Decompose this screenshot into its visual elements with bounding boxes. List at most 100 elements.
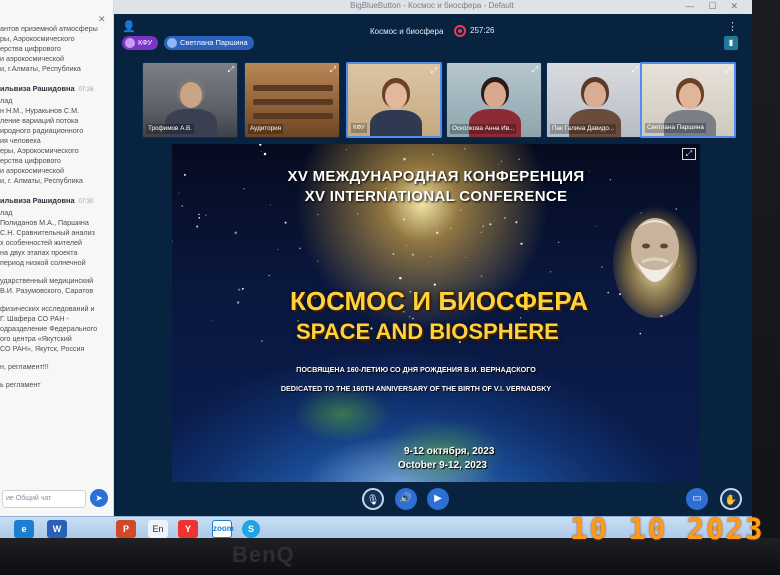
powerpoint-taskbar-icon[interactable]: P — [116, 520, 136, 538]
video-button[interactable]: ▶ — [427, 488, 449, 510]
webcam-tile[interactable]: ⤢ Трофимов А.В. — [142, 62, 238, 138]
vernadsky-portrait — [613, 206, 697, 318]
chat-text: одразделение Федерального — [0, 324, 98, 333]
chat-text: ление вариаций потока — [0, 116, 79, 125]
fullscreen-webcam-icon[interactable]: ⤢ — [431, 66, 437, 76]
star — [196, 225, 199, 228]
user-pill[interactable]: Светлана Паршина — [164, 36, 254, 50]
webcam-tile[interactable]: ⤢ Светлана Паршина — [640, 62, 736, 138]
monitor-icon: ▭ — [692, 493, 702, 504]
record-icon — [454, 25, 466, 37]
chat-text: иродного радиационного — [0, 126, 84, 135]
org-pill-label: КФУ — [138, 38, 153, 47]
maximize-icon[interactable]: ☐ — [708, 0, 716, 14]
slide-main-title-ru: КОСМОС И БИОСФЕРА — [290, 286, 589, 316]
star — [482, 225, 484, 227]
close-icon[interactable]: ✕ — [730, 0, 738, 14]
chat-message-time: 07:30 — [78, 199, 94, 205]
star — [432, 153, 434, 156]
recording-indicator[interactable]: 257:26 — [454, 24, 494, 38]
chat-message-line: ерства цифрового — [0, 156, 112, 166]
zoom-taskbar-icon[interactable]: zoom — [212, 520, 234, 538]
raise-hand-button[interactable]: ✋ — [720, 488, 742, 510]
options-menu-icon[interactable]: ⋮ — [727, 20, 738, 34]
audio-button[interactable]: 🔊 — [395, 488, 417, 510]
chat-message-time: 07:26 — [78, 87, 94, 93]
fullscreen-webcam-icon[interactable]: ⤢ — [330, 65, 336, 75]
fullscreen-webcam-icon[interactable]: ⤢ — [632, 65, 638, 75]
chat-message-line: и, г. Алматы, Республика — [0, 176, 112, 186]
users-list-icon[interactable]: 👤 — [120, 18, 138, 36]
connection-status-icon[interactable]: ▮ — [724, 36, 738, 50]
send-message-button[interactable]: ➤ — [90, 489, 108, 507]
webcam-name-label: Осколкова Анна Ив... — [450, 124, 517, 134]
webcam-name-label: Пак Галина Давидо... — [550, 124, 617, 134]
star — [198, 213, 200, 216]
chat-text: физических исследований и — [0, 304, 95, 313]
chat-text: антов приземной атмосферы — [0, 24, 98, 33]
chat-message-line: антов приземной атмосферы — [0, 24, 112, 34]
word-taskbar-icon[interactable]: W — [47, 520, 67, 538]
star — [639, 332, 642, 335]
slide-main-title-en: SPACE AND BIOSPHERE — [296, 319, 559, 344]
webcam-tile[interactable]: ⤢ КФУ — [346, 62, 442, 138]
star — [480, 231, 482, 233]
participant-face — [584, 82, 606, 108]
meeting-title: Космос и биосфера — [370, 27, 444, 36]
star — [181, 205, 184, 207]
webcam-tile[interactable]: ⤢ Осколкова Анна Ив... — [446, 62, 542, 138]
chat-text: ерства цифрового — [0, 44, 61, 53]
browser-taskbar-icon[interactable]: e — [14, 520, 34, 538]
chat-message-line: н, регламент!!! — [0, 362, 112, 372]
fullscreen-webcam-icon[interactable]: ⤢ — [228, 65, 234, 75]
chat-text: х особенностей жителей — [0, 238, 83, 247]
chat-text: еры, Аэрокосмического — [0, 146, 79, 155]
chat-text: ильвиза Рашидовна — [0, 84, 75, 93]
webcam-tile[interactable]: ⤢ Пак Галина Давидо... — [546, 62, 642, 138]
chat-message-line: н Н.М., Нуракынов С.М. — [0, 106, 112, 116]
minimize-icon[interactable]: — — [685, 0, 694, 14]
chat-message-author: ильвиза Рашидовна 07:30 — [0, 195, 112, 208]
org-pill[interactable]: КФУ — [122, 36, 159, 50]
top-bar: 👤 КФУ Светлана Паршина Космос и биосфера… — [114, 14, 752, 58]
mute-button[interactable]: 🎙 — [362, 488, 384, 510]
participant-face — [180, 82, 202, 108]
webcam-name-label: КФУ — [351, 123, 367, 133]
chat-message-line: лад — [0, 208, 112, 218]
browser-titlebar: BigBlueButton - Космос и биосфера - Defa… — [112, 0, 752, 14]
chat-input-placeholder: ие Общий чат — [6, 495, 52, 502]
star — [465, 256, 467, 258]
star — [172, 240, 173, 243]
chat-message-line: физических исследований и — [0, 304, 112, 314]
yandex-taskbar-icon[interactable]: Y — [178, 520, 198, 538]
chat-text: на двух этапах проекта — [0, 248, 78, 257]
chat-input[interactable]: ие Общий чат — [2, 490, 86, 508]
camera-icon: ▶ — [434, 493, 442, 504]
fullscreen-slide-icon[interactable]: ⤢ — [682, 148, 696, 160]
chat-message-line: ление вариаций потока — [0, 116, 112, 126]
webcam-tile[interactable]: ⤢ Аудитория — [244, 62, 340, 138]
star — [403, 157, 406, 161]
star — [493, 220, 495, 222]
slide-dedication-en: DEDICATED TO THE 160TH ANNIVERSARY OF TH… — [280, 384, 552, 393]
chat-text: ильвиза Рашидовна — [0, 196, 75, 205]
chat-text: и, г.Алматы, Республика — [0, 64, 81, 73]
screen-share-button[interactable]: ▭ — [686, 488, 708, 510]
chat-text: Полиданов М.А., Паршина — [0, 218, 89, 227]
chat-text: ры, Аэрокосмического — [0, 34, 75, 43]
webcam-strip: ⤢ Трофимов А.В. ⤢ Аудитория ⤢ КФУ ⤢ Осколкова А… — [142, 62, 736, 138]
star — [558, 241, 560, 244]
participant-body — [370, 110, 422, 136]
star — [317, 260, 319, 262]
skype-taskbar-icon[interactable]: S — [242, 520, 260, 538]
screen: BigBlueButton - Космос и биосфера - Defa… — [0, 0, 752, 540]
fullscreen-webcam-icon[interactable]: ⤢ — [725, 66, 731, 76]
chat-messages[interactable]: антов приземной атмосферы ры, Аэрокосмиче… — [0, 24, 112, 484]
star — [504, 217, 506, 219]
fullscreen-webcam-icon[interactable]: ⤢ — [532, 65, 538, 75]
star — [489, 223, 492, 226]
language-indicator[interactable]: En — [148, 520, 168, 538]
chat-message-line: ия человека — [0, 136, 112, 146]
hand-icon: ✋ — [724, 495, 738, 506]
chat-message-line: одразделение Федерального — [0, 324, 112, 334]
